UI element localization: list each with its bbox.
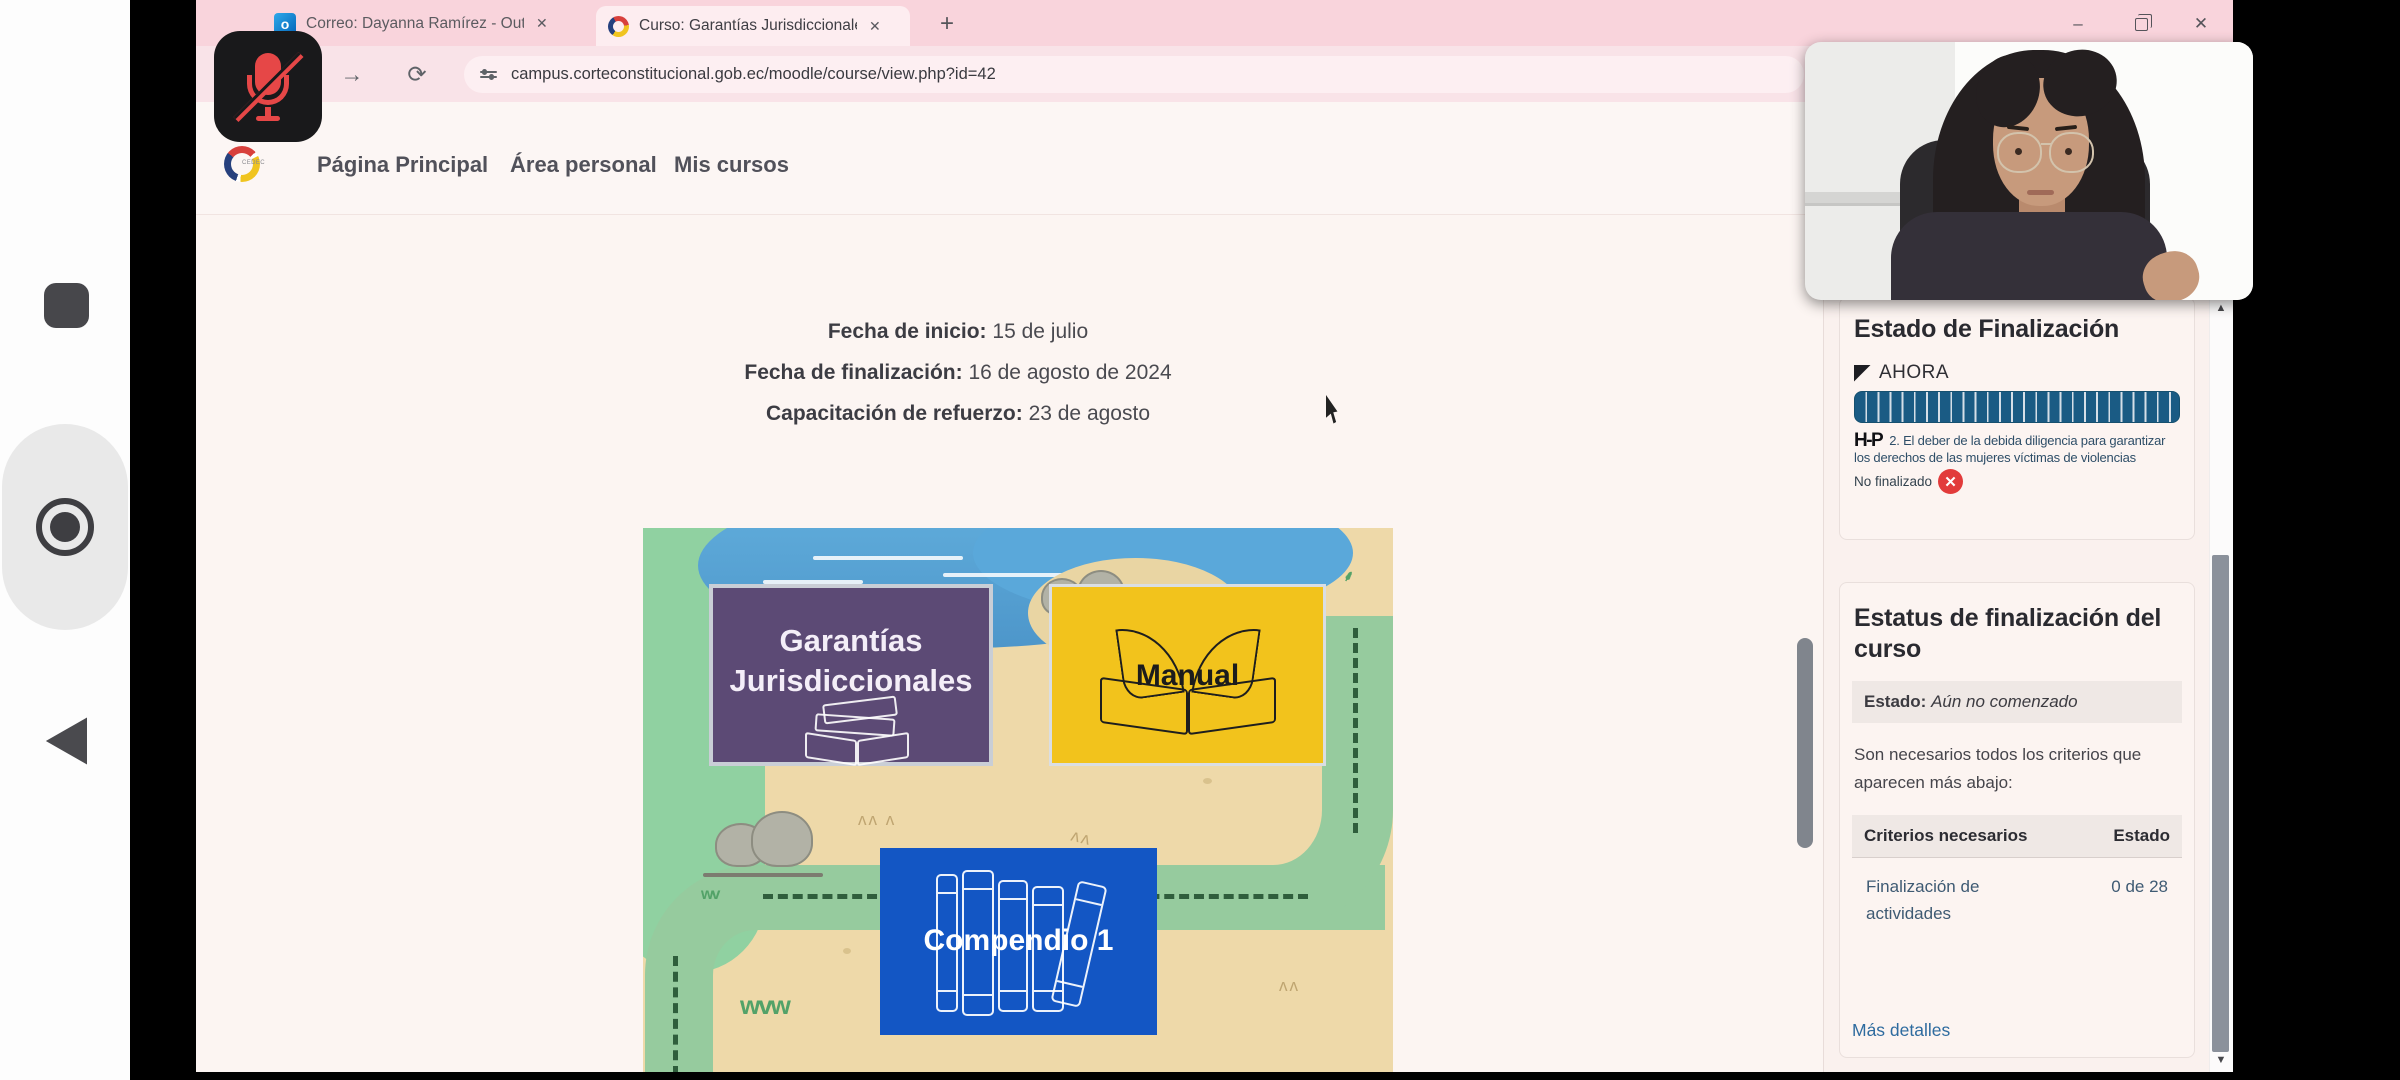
close-tab-icon[interactable]: ✕ [534,15,550,32]
map-card-label: Garantías Jurisdiccionales [713,621,989,701]
webcam-video-overlay[interactable] [1805,42,2253,300]
map-rock [751,811,813,867]
url-text: campus.corteconstitucional.gob.ec/moodle… [511,65,996,84]
date-row: Fecha de finalización: 16 de agosto de 2… [744,352,1171,393]
stop-recording-button[interactable] [44,283,89,328]
restore-button[interactable] [2126,10,2156,38]
now-marker: AHORA [1854,362,2180,384]
recorder-strip [0,0,130,1080]
criteria-note: Son necesarios todos los criterios que a… [1854,741,2180,797]
mouse-cursor [1326,395,1348,425]
state-value: Aún no comenzado [1931,692,2078,711]
criterion-status: 0 de 28 [2111,873,2168,927]
minimize-button[interactable]: – [2063,10,2093,38]
date-value: 16 de agosto de 2024 [968,361,1171,384]
course-completion-card: Estatus de finalización del curso Estado… [1839,582,2195,1058]
record-dot-icon [50,512,80,542]
record-button[interactable] [2,424,128,630]
site-info-icon[interactable] [480,68,497,81]
course-map-image: ᴡᴠ ᴡᴠᴡ ⸙ ʌʌ ʌ ʌʌ ʌʌ Garantías Jurisdicci… [643,528,1393,1072]
books-icon [805,700,915,762]
date-value: 15 de julio [992,320,1088,343]
col-estado: Estado [2113,826,2170,846]
date-row: Fecha de inicio: 15 de julio [744,311,1171,352]
completion-progress-bar[interactable] [1854,391,2180,423]
close-tab-icon[interactable]: ✕ [867,18,883,35]
page-scrollbar-thumb[interactable] [1797,638,1813,848]
scroll-down-icon[interactable]: ▼ [2212,1054,2230,1068]
new-tab-button[interactable]: + [933,10,961,38]
date-value: 23 de agosto [1029,402,1150,425]
col-criterios: Criterios necesarios [1864,826,2027,846]
tab-title: Correo: Dayanna Ramírez - Out [306,15,524,33]
nav-link-mis-cursos[interactable]: Mis cursos [674,152,789,178]
date-row: Capacitación de refuerzo: 23 de agosto [744,393,1171,434]
state-row: Estado: Aún no comenzado [1852,681,2182,723]
map-card-compendio[interactable]: Compendio 1 [880,848,1157,1035]
activity-name-link[interactable]: 2. El deber de la debida diligencia para… [1854,433,2165,465]
tab-title: Curso: Garantías Jurisdiccionale [639,17,857,35]
tab-course-active[interactable]: Curso: Garantías Jurisdiccionale ✕ [596,6,910,46]
criteria-table-row: Finalización de actividades 0 de 28 [1854,858,2180,937]
person-jacket [1891,212,2167,300]
course-dates: Fecha de inicio: 15 de julio Fecha de fi… [744,311,1171,434]
card-title: Estatus de finalización del curso [1854,603,2180,665]
drawer-scrollbar-thumb[interactable] [2212,555,2229,1052]
map-card-manual[interactable]: Manual [1049,584,1326,766]
close-window-button[interactable]: ✕ [2186,10,2216,38]
tab-bar: o Correo: Dayanna Ramírez - Out ✕ Curso:… [196,0,2233,46]
site-logo-text: CEDEC [242,160,265,166]
now-flag-icon [1854,365,1871,382]
criteria-table-header: Criterios necesarios Estado [1852,815,2182,858]
status-text: No finalizado [1854,474,1932,489]
scroll-up-icon[interactable]: ▲ [2212,302,2230,316]
activity-entry: H-P 2. El deber de la debida diligencia … [1854,432,2180,466]
url-bar[interactable]: campus.corteconstitucional.gob.ec/moodle… [464,56,1804,93]
not-completed-icon: ✕ [1938,469,1963,494]
map-card-label: Manual [1136,659,1239,693]
restore-icon [2135,18,2148,31]
date-label: Fecha de inicio: [828,320,987,343]
criterion-name: Finalización de actividades [1866,873,2056,927]
card-title: Estado de Finalización [1854,314,2180,345]
back-button[interactable] [45,716,87,766]
reload-icon[interactable]: ⟳ [401,58,433,90]
map-card-label: Compendio 1 [923,924,1113,958]
cedec-favicon [608,16,629,37]
mic-muted-indicator[interactable] [214,31,322,142]
h5p-logo: H-P [1854,432,1882,449]
date-label: Fecha de finalización: [744,361,962,384]
state-label: Estado: [1864,692,1926,711]
date-label: Capacitación de refuerzo: [766,402,1023,425]
nav-link-pagina-principal[interactable]: Página Principal [317,152,488,178]
more-details-link[interactable]: Más detalles [1852,1020,1950,1041]
now-label: AHORA [1879,362,1949,384]
map-card-garantias[interactable]: Garantías Jurisdiccionales [709,584,993,766]
forward-icon[interactable]: → [336,58,368,90]
completion-status-card: Estado de Finalización AHORA H-P 2. El d… [1839,297,2195,540]
activity-status: No finalizado ✕ [1854,469,2180,494]
nav-link-area-personal[interactable]: Área personal [510,152,657,178]
